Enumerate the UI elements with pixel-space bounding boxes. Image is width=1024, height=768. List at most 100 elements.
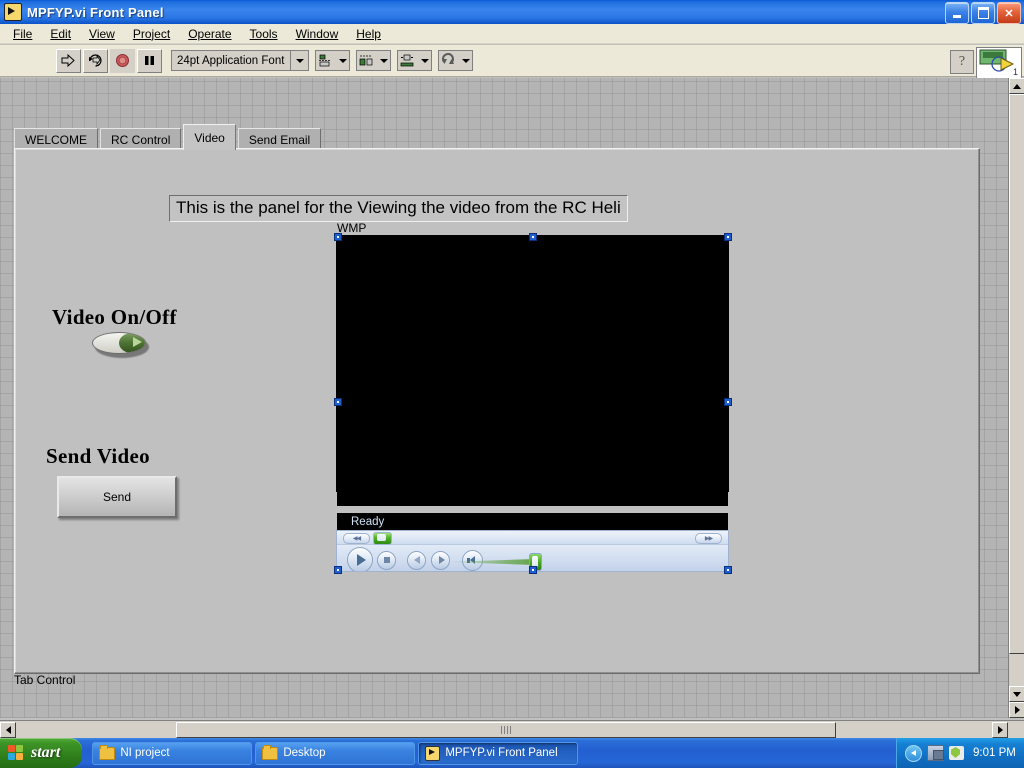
selection-handle-bottom-left[interactable]	[334, 566, 342, 574]
folder-icon	[262, 744, 279, 760]
pause-button[interactable]	[137, 48, 162, 73]
video-toggle-label: Video On/Off	[52, 305, 177, 329]
resize-objects-button[interactable]	[397, 50, 432, 71]
pause-icon	[145, 56, 154, 65]
switch-arrow-icon	[133, 337, 142, 347]
selection-handle-top-right[interactable]	[724, 233, 732, 241]
next-button[interactable]	[431, 550, 450, 570]
video-on-off-switch[interactable]	[92, 332, 149, 358]
run-continuously-button[interactable]	[83, 48, 108, 73]
menu-file[interactable]: File	[4, 25, 41, 43]
volume-track	[453, 559, 535, 565]
font-selector-value: 24pt Application Font	[177, 54, 285, 67]
seek-thumb[interactable]	[373, 532, 392, 545]
wmp-video-screen	[337, 236, 728, 506]
menu-edit-label: Edit	[50, 26, 72, 41]
menu-view[interactable]: View	[80, 25, 124, 43]
horizontal-scrollbar[interactable]	[0, 720, 1024, 738]
labview-vi-icon	[4, 3, 22, 21]
horizontal-scroll-thumb[interactable]	[176, 722, 836, 738]
start-button[interactable]: start	[0, 738, 83, 768]
menu-operate-label: Operate	[188, 26, 232, 41]
abort-execution-button[interactable]	[110, 48, 135, 73]
minimize-button[interactable]	[945, 2, 969, 24]
selection-handle-top-center[interactable]	[529, 233, 537, 241]
taskbar-item-ni-project[interactable]: NI project	[92, 741, 253, 765]
wmp-activex-container[interactable]: Ready	[336, 235, 729, 531]
menu-operate[interactable]: Operate	[179, 25, 240, 43]
menu-help-label: Help	[356, 26, 381, 41]
run-button[interactable]	[56, 48, 81, 73]
font-selector-dropdown-arrow[interactable]	[290, 51, 308, 70]
run-continuously-icon	[89, 54, 102, 67]
menu-help[interactable]: Help	[347, 25, 390, 43]
scroll-up-button[interactable]	[1009, 78, 1024, 94]
vertical-scrollbar[interactable]	[1008, 78, 1024, 718]
fast-forward-glyph: ▶▶	[704, 536, 713, 542]
taskbar-item-mpfyp[interactable]: MPFYP.vi Front Panel	[418, 741, 579, 765]
distribute-objects-button[interactable]	[356, 50, 391, 71]
labview-front-panel-window: MPFYP.vi Front Panel ✕ File Edit View Pr…	[0, 0, 1024, 768]
previous-button[interactable]	[407, 550, 426, 570]
scroll-right-corner-button[interactable]	[1009, 702, 1024, 718]
menu-window[interactable]: Window	[287, 25, 348, 43]
windows-taskbar: start NI project Desktop MPFYP.vi Front …	[0, 738, 1024, 768]
scroll-thumb-grip	[501, 726, 511, 734]
taskbar-clock[interactable]: 9:01 PM	[973, 747, 1016, 759]
taskbar-item-ni-project-label: NI project	[120, 747, 170, 759]
play-button[interactable]	[347, 547, 373, 571]
tab-rc-control[interactable]: RC Control	[100, 128, 182, 150]
rewind-pill-button[interactable]: ◀◀	[343, 533, 370, 544]
selection-handle-bottom-right[interactable]	[724, 566, 732, 574]
windows-flag-icon	[8, 744, 25, 762]
network-icon[interactable]	[927, 745, 944, 761]
system-tray: 9:01 PM	[896, 738, 1024, 768]
scroll-right-button[interactable]	[992, 722, 1008, 738]
stop-icon	[383, 557, 390, 563]
wmp-seek-row[interactable]: ◀◀ ▶▶	[337, 531, 728, 545]
reorder-icon	[442, 52, 454, 64]
tab-control: WELCOME RC Control Video Send Email	[14, 124, 323, 150]
tab-video-label: Video	[194, 130, 225, 145]
align-objects-button[interactable]	[315, 50, 350, 71]
menu-project[interactable]: Project	[124, 25, 179, 43]
menu-view-label: View	[89, 26, 115, 41]
vi-icon-pane[interactable]: 1	[976, 47, 1022, 79]
tab-welcome-label: WELCOME	[25, 132, 88, 147]
taskbar-item-mpfyp-label: MPFYP.vi Front Panel	[445, 747, 558, 759]
font-selector[interactable]: 24pt Application Font	[171, 50, 309, 71]
selection-handle-middle-right[interactable]	[724, 398, 732, 406]
security-shield-icon[interactable]	[949, 746, 964, 760]
send-button[interactable]: Send	[57, 476, 177, 518]
vi-connector-icon: 1	[977, 48, 1021, 78]
menu-tools[interactable]: Tools	[241, 25, 287, 43]
selection-handle-bottom-center[interactable]	[529, 566, 537, 574]
stop-button[interactable]	[377, 550, 396, 570]
fast-forward-pill-button[interactable]: ▶▶	[695, 533, 722, 544]
selection-handle-top-left[interactable]	[334, 233, 342, 241]
tab-send-email[interactable]: Send Email	[237, 128, 322, 150]
close-button[interactable]: ✕	[997, 2, 1021, 24]
reorder-button[interactable]	[438, 50, 473, 71]
scroll-left-button[interactable]	[0, 722, 16, 738]
menu-project-label: Project	[132, 26, 171, 41]
svg-text:1: 1	[1013, 67, 1018, 77]
tab-control-status-label: Tab Control	[14, 673, 76, 687]
scroll-down-button[interactable]	[1009, 686, 1024, 702]
help-button-label: ?	[958, 54, 966, 69]
context-help-button[interactable]: ?	[950, 50, 974, 74]
selection-handle-middle-left[interactable]	[334, 398, 342, 406]
vertical-scroll-thumb[interactable]	[1009, 94, 1024, 654]
tab-video[interactable]: Video	[183, 124, 236, 150]
tab-welcome[interactable]: WELCOME	[14, 128, 99, 150]
tab-rc-control-label: RC Control	[111, 132, 171, 147]
menu-edit[interactable]: Edit	[41, 25, 80, 43]
restore-button[interactable]	[971, 2, 995, 24]
rewind-glyph: ◀◀	[352, 536, 361, 542]
taskbar-item-desktop[interactable]: Desktop	[255, 741, 416, 765]
menu-tools-label: Tools	[249, 26, 278, 41]
front-panel-canvas: WELCOME RC Control Video Send Email This…	[0, 78, 1008, 718]
menu-window-label: Window	[295, 26, 339, 41]
show-hidden-icons-button[interactable]	[905, 744, 922, 762]
play-icon	[357, 554, 366, 566]
